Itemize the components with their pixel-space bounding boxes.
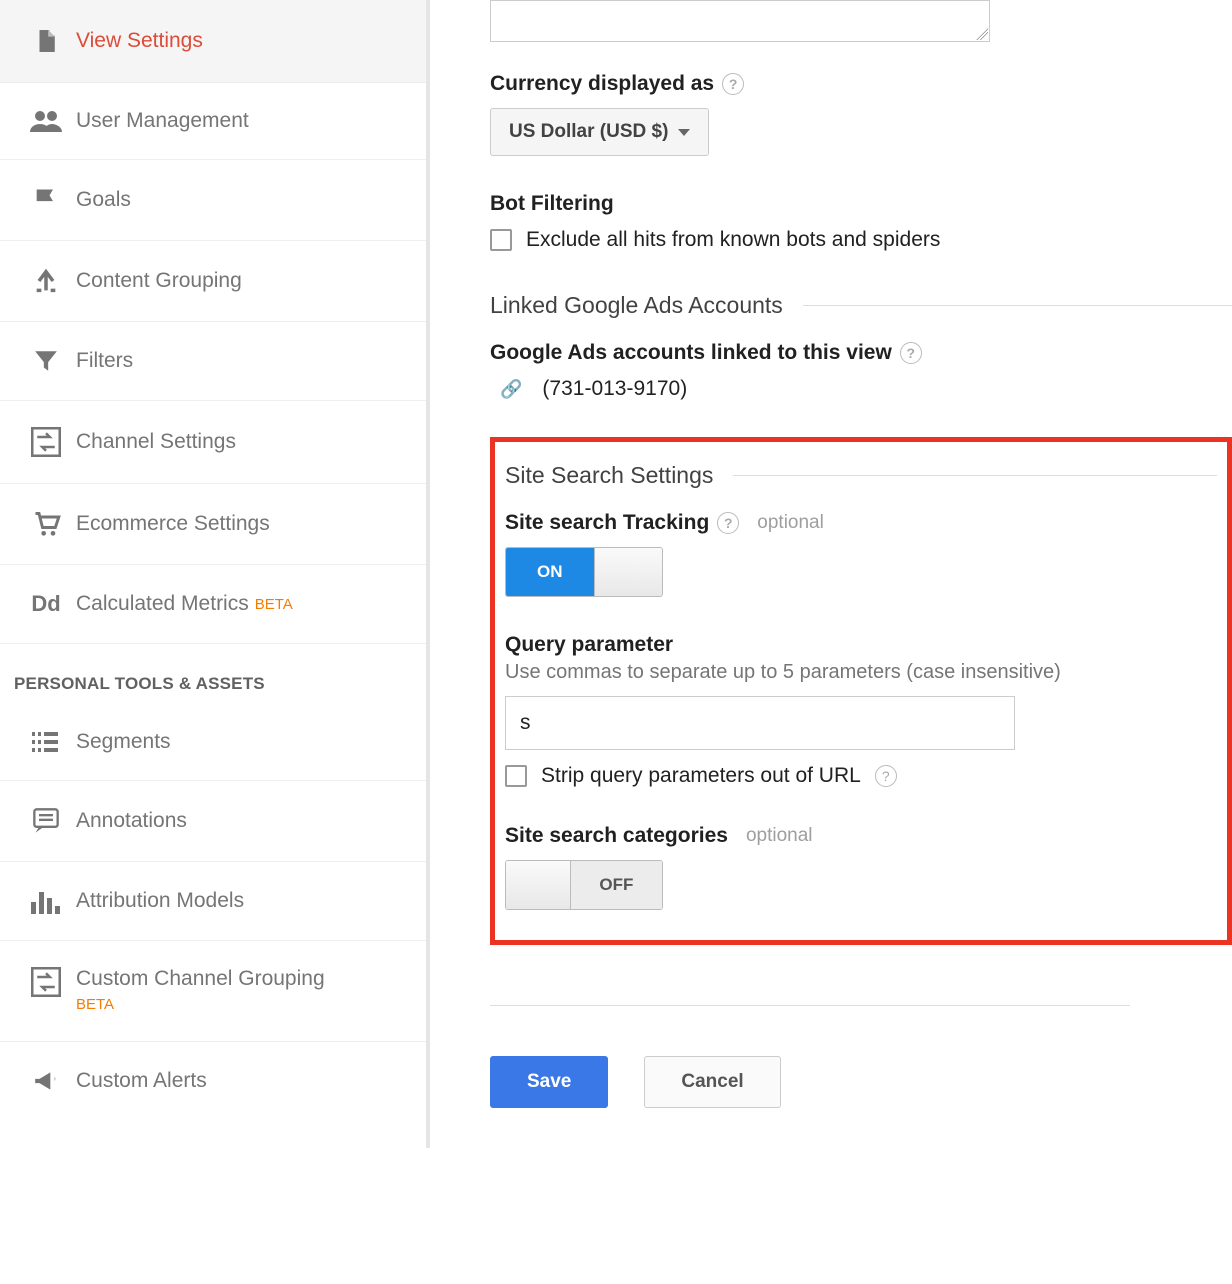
bar-chart-icon: [16, 888, 76, 914]
strip-query-checkbox[interactable]: [505, 765, 527, 787]
sidebar-item-calculated-metrics[interactable]: Dd Calculated Metrics BETA: [0, 565, 426, 644]
speech-bubble-icon: [16, 807, 76, 835]
dd-icon: Dd: [16, 591, 76, 617]
sidebar-item-channel-settings[interactable]: Channel Settings: [0, 401, 426, 484]
beta-badge: BETA: [76, 996, 114, 1013]
linked-ads-account: (731-013-9170): [542, 377, 687, 401]
beta-badge: BETA: [255, 596, 293, 613]
sidebar-item-filters[interactable]: Filters: [0, 322, 426, 401]
sidebar-item-goals[interactable]: Goals: [0, 160, 426, 241]
sidebar: View Settings User Management Goals Cont…: [0, 0, 430, 1148]
sidebar-item-segments[interactable]: Segments: [0, 704, 426, 781]
arrow-up-icon: [16, 267, 76, 295]
sidebar-item-label: Content Grouping: [76, 269, 242, 293]
sidebar-item-label: Goals: [76, 188, 131, 212]
site-search-section-title: Site Search Settings: [505, 462, 1217, 489]
sidebar-item-annotations[interactable]: Annotations: [0, 781, 426, 862]
cancel-button[interactable]: Cancel: [644, 1056, 780, 1108]
sidebar-item-label: Filters: [76, 349, 133, 373]
currency-label: Currency displayed as ?: [490, 72, 1232, 96]
megaphone-icon: [16, 1068, 76, 1094]
sidebar-item-custom-alerts[interactable]: Custom Alerts: [0, 1042, 426, 1120]
optional-label: optional: [757, 512, 824, 534]
query-parameter-label: Query parameter: [505, 633, 1217, 657]
sidebar-item-label: Channel Settings: [76, 430, 236, 454]
help-icon[interactable]: ?: [722, 73, 744, 95]
linked-ads-account-row: 🔗 (731-013-9170): [490, 377, 1232, 401]
bot-filtering-checkbox-label: Exclude all hits from known bots and spi…: [526, 228, 940, 252]
site-search-categories-toggle[interactable]: OFF: [505, 860, 663, 910]
sidebar-item-label: User Management: [76, 109, 249, 133]
linked-ads-section-title: Linked Google Ads Accounts: [490, 292, 1232, 319]
sidebar-item-user-management[interactable]: User Management: [0, 83, 426, 160]
sidebar-section-header: PERSONAL TOOLS & ASSETS: [0, 644, 426, 704]
bot-filtering-label: Bot Filtering: [490, 192, 1232, 216]
save-button[interactable]: Save: [490, 1056, 608, 1108]
document-icon: [16, 26, 76, 56]
sidebar-item-custom-channel-grouping[interactable]: Custom Channel Grouping BETA: [0, 941, 426, 1042]
query-parameter-input[interactable]: [505, 696, 1015, 750]
cart-icon: [16, 510, 76, 538]
sidebar-item-label: Custom Channel Grouping: [76, 967, 325, 990]
site-search-tracking-label: Site search Tracking ? optional: [505, 511, 1217, 535]
help-icon[interactable]: ?: [900, 342, 922, 364]
arrows-exchange-icon: [16, 967, 76, 997]
link-icon: 🔗: [500, 379, 522, 400]
site-search-categories-label: Site search categories optional: [505, 824, 1217, 848]
linked-ads-label: Google Ads accounts linked to this view …: [490, 341, 1232, 365]
query-parameter-help: Use commas to separate up to 5 parameter…: [505, 661, 1217, 684]
strip-query-label: Strip query parameters out of URL: [541, 764, 861, 788]
currency-dropdown[interactable]: US Dollar (USD $): [490, 108, 709, 156]
segments-icon: [16, 730, 76, 754]
arrows-exchange-icon: [16, 427, 76, 457]
main-content: Currency displayed as ? US Dollar (USD $…: [430, 0, 1232, 1148]
help-icon[interactable]: ?: [717, 512, 739, 534]
sidebar-item-label: Custom Alerts: [76, 1069, 207, 1093]
users-icon: [16, 110, 76, 132]
sidebar-item-content-grouping[interactable]: Content Grouping: [0, 241, 426, 322]
flag-icon: [16, 186, 76, 214]
chevron-down-icon: [678, 129, 690, 136]
divider: [490, 1005, 1130, 1006]
sidebar-item-label: View Settings: [76, 29, 203, 53]
funnel-icon: [16, 348, 76, 374]
sidebar-item-label: Annotations: [76, 809, 187, 833]
bot-filtering-checkbox[interactable]: [490, 229, 512, 251]
optional-label: optional: [746, 825, 813, 847]
site-search-tracking-toggle[interactable]: ON: [505, 547, 663, 597]
sidebar-item-label: Ecommerce Settings: [76, 512, 270, 536]
sidebar-item-view-settings[interactable]: View Settings: [0, 0, 426, 83]
sidebar-item-label: Attribution Models: [76, 889, 244, 913]
textarea-field[interactable]: [490, 0, 990, 42]
sidebar-item-ecommerce-settings[interactable]: Ecommerce Settings: [0, 484, 426, 565]
sidebar-item-label: Segments: [76, 730, 171, 754]
help-icon[interactable]: ?: [875, 765, 897, 787]
sidebar-item-attribution-models[interactable]: Attribution Models: [0, 862, 426, 941]
sidebar-item-label: Calculated Metrics: [76, 592, 249, 616]
site-search-highlight: Site Search Settings Site search Trackin…: [490, 437, 1232, 945]
